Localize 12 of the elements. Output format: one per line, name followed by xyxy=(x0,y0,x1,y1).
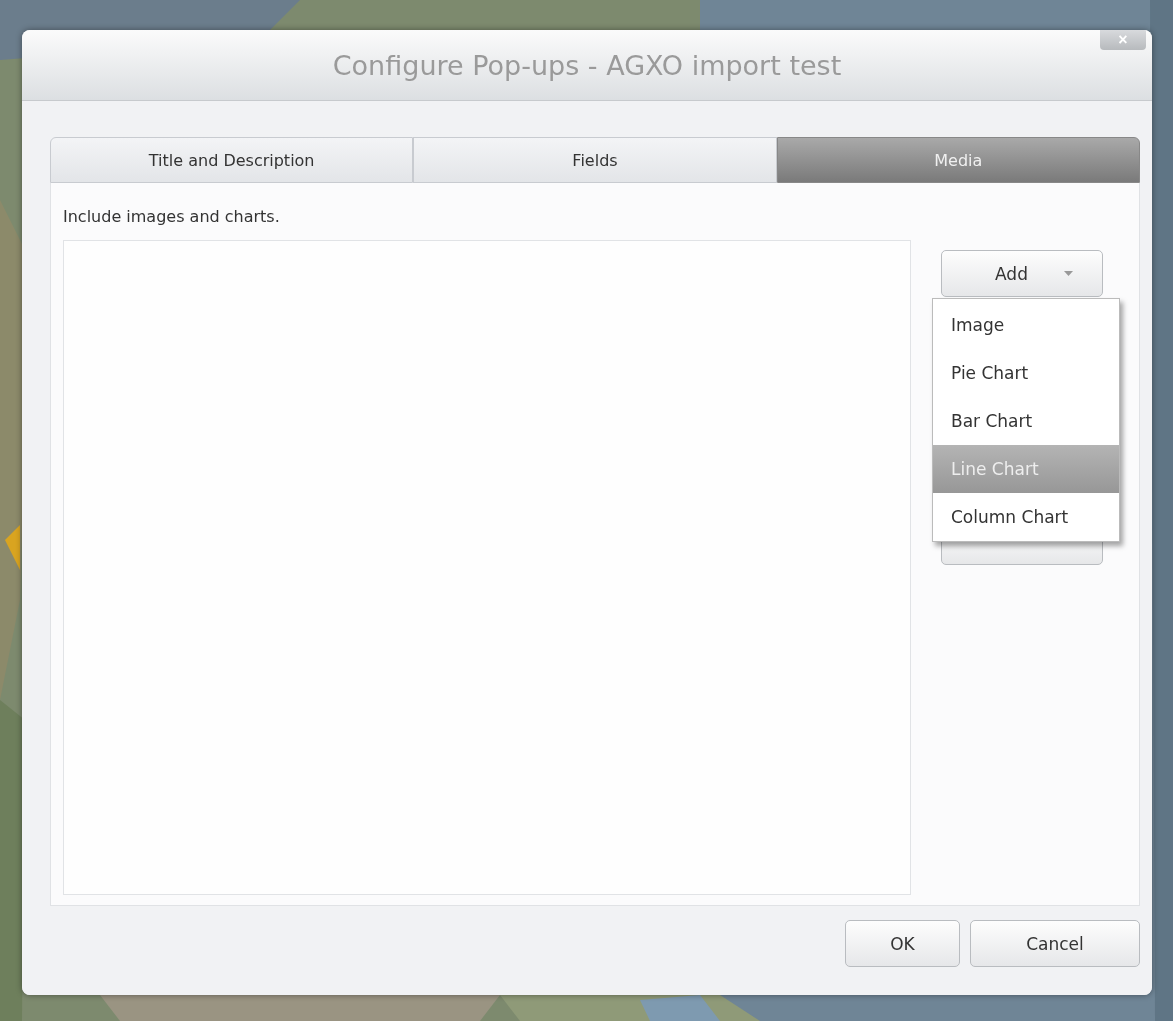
menu-item[interactable]: Bar Chart xyxy=(933,397,1119,445)
dialog-button[interactable]: OK xyxy=(845,920,960,967)
tab[interactable]: Fields xyxy=(413,137,777,183)
instructions-text: Include images and charts. xyxy=(63,207,281,226)
menu-item[interactable]: Image xyxy=(933,301,1119,349)
caret-icon xyxy=(1063,271,1073,276)
window-title: Configure Pop-ups - AGXO import test xyxy=(332,49,842,81)
tab[interactable]: Title and Description xyxy=(50,137,414,183)
menu-item[interactable]: Pie Chart xyxy=(933,349,1119,397)
add-button[interactable]: Add xyxy=(941,250,1103,297)
dialog-button[interactable]: Cancel xyxy=(970,920,1140,967)
menu-item[interactable]: Column Chart xyxy=(933,493,1119,541)
